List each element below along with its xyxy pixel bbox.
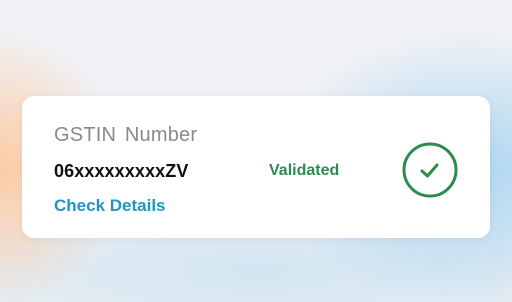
- gstin-card: GSTIN Number 06xxxxxxxxxZV Validated Che…: [22, 96, 490, 238]
- validated-status: Validated: [269, 162, 340, 179]
- gstin-label: GSTIN Number: [54, 124, 198, 146]
- check-circle-icon: [402, 142, 458, 198]
- gstin-number: 06xxxxxxxxxZV: [54, 161, 189, 181]
- check-details-link[interactable]: Check Details: [54, 196, 166, 216]
